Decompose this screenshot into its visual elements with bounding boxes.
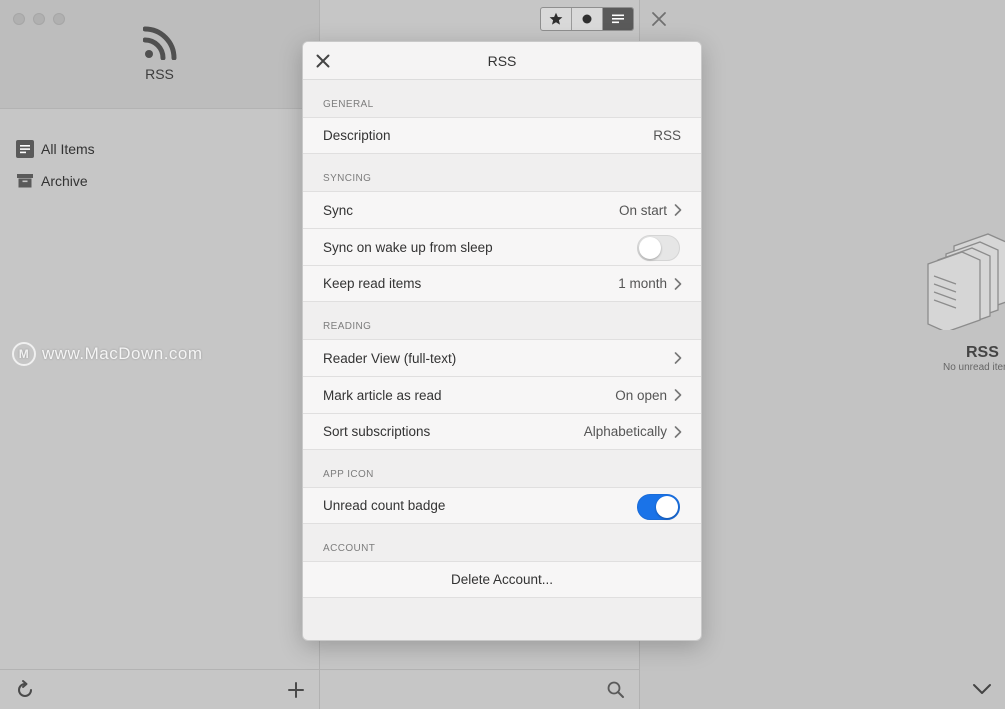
- watermark-text: www.MacDown.com: [42, 344, 203, 363]
- chevron-right-icon: [674, 204, 682, 216]
- close-icon[interactable]: [650, 10, 668, 28]
- row-value: Alphabetically: [583, 424, 667, 439]
- row-value: RSS: [653, 128, 681, 143]
- sidebar-item-archive[interactable]: Archive: [16, 170, 88, 192]
- close-window-button[interactable]: [13, 13, 25, 25]
- row-label: Sort subscriptions: [323, 424, 431, 439]
- section-account-label: ACCOUNT: [323, 543, 376, 554]
- toggle-knob: [639, 237, 661, 259]
- sidebar-item-label: All Items: [41, 141, 95, 157]
- chevron-right-icon: [674, 389, 682, 401]
- row-value: On start: [618, 202, 667, 218]
- filter-segmented-control: [540, 7, 634, 31]
- sidebar: RSS All Items Archive M www.MacDown.com: [0, 0, 320, 709]
- sort-subscriptions-row[interactable]: Sort subscriptions Alphabetically: [303, 413, 701, 450]
- empty-inbox-illustration: [927, 233, 1005, 330]
- filter-unread-button[interactable]: [572, 8, 603, 30]
- row-label: Sync on wake up from sleep: [323, 239, 493, 255]
- all-items-icon: [16, 140, 34, 158]
- rss-icon: [143, 26, 177, 60]
- chevron-right-icon: [674, 352, 682, 364]
- refresh-icon[interactable]: [14, 679, 36, 701]
- delete-account-button[interactable]: Delete Account...: [303, 561, 701, 598]
- toggle-knob: [656, 496, 678, 518]
- keep-read-items-row[interactable]: Keep read items 1 month: [303, 265, 701, 302]
- row-label: Keep read items: [323, 276, 422, 291]
- dialog-title: RSS: [487, 53, 517, 69]
- archive-icon: [17, 174, 33, 188]
- sidebar-header: RSS: [0, 0, 319, 109]
- sidebar-footer: [0, 669, 319, 709]
- chevron-down-icon[interactable]: [972, 682, 992, 696]
- section-syncing-label: SYNCING: [323, 173, 372, 184]
- section-reading-label: READING: [323, 321, 372, 332]
- unread-count-badge-row: Unread count badge: [303, 487, 701, 524]
- unread-count-badge-toggle[interactable]: [637, 494, 680, 520]
- zoom-window-button[interactable]: [53, 13, 65, 25]
- row-label: Mark article as read: [323, 387, 442, 403]
- sidebar-item-label: Archive: [41, 173, 88, 189]
- row-label: Reader View (full-text): [323, 350, 457, 366]
- chevron-right-icon: [674, 277, 682, 290]
- mark-article-read-row[interactable]: Mark article as read On open: [303, 376, 701, 413]
- row-value: On open: [615, 387, 667, 403]
- row-label: Description: [323, 128, 391, 143]
- sync-row[interactable]: Sync On start: [303, 191, 701, 228]
- filter-all-button[interactable]: [603, 8, 633, 30]
- dialog-header: RSS: [303, 42, 701, 80]
- watermark: M www.MacDown.com: [12, 342, 203, 366]
- section-general-label: GENERAL: [323, 99, 374, 110]
- minimize-window-button[interactable]: [33, 13, 45, 25]
- section-app-icon-label: APP ICON: [323, 469, 374, 480]
- filter-starred-button[interactable]: [541, 8, 572, 30]
- add-icon[interactable]: [285, 679, 307, 701]
- empty-state-title: RSS: [966, 344, 999, 361]
- empty-state-subtitle: No unread items: [943, 362, 1005, 373]
- star-icon: [549, 12, 563, 25]
- reader-view-row[interactable]: Reader View (full-text): [303, 339, 701, 376]
- list-icon: [612, 14, 624, 24]
- row-label: Unread count badge: [323, 498, 446, 513]
- sync-on-wake-toggle[interactable]: [637, 235, 680, 261]
- chevron-right-icon: [674, 425, 682, 438]
- feed-title: RSS: [145, 66, 174, 82]
- feed-settings-dialog: RSS GENERAL Description RSS SYNCING Sync…: [302, 41, 702, 641]
- unread-dot-icon: [582, 14, 592, 24]
- row-value: 1 month: [618, 276, 667, 291]
- sidebar-item-all-items[interactable]: All Items: [16, 138, 95, 160]
- description-row[interactable]: Description RSS: [303, 117, 701, 154]
- row-label: Sync: [323, 202, 354, 218]
- sync-on-wake-row: Sync on wake up from sleep: [303, 228, 701, 265]
- article-list-footer: [320, 669, 639, 709]
- search-icon[interactable]: [605, 679, 627, 701]
- watermark-logo: M: [12, 342, 36, 366]
- delete-account-label: Delete Account...: [450, 572, 554, 587]
